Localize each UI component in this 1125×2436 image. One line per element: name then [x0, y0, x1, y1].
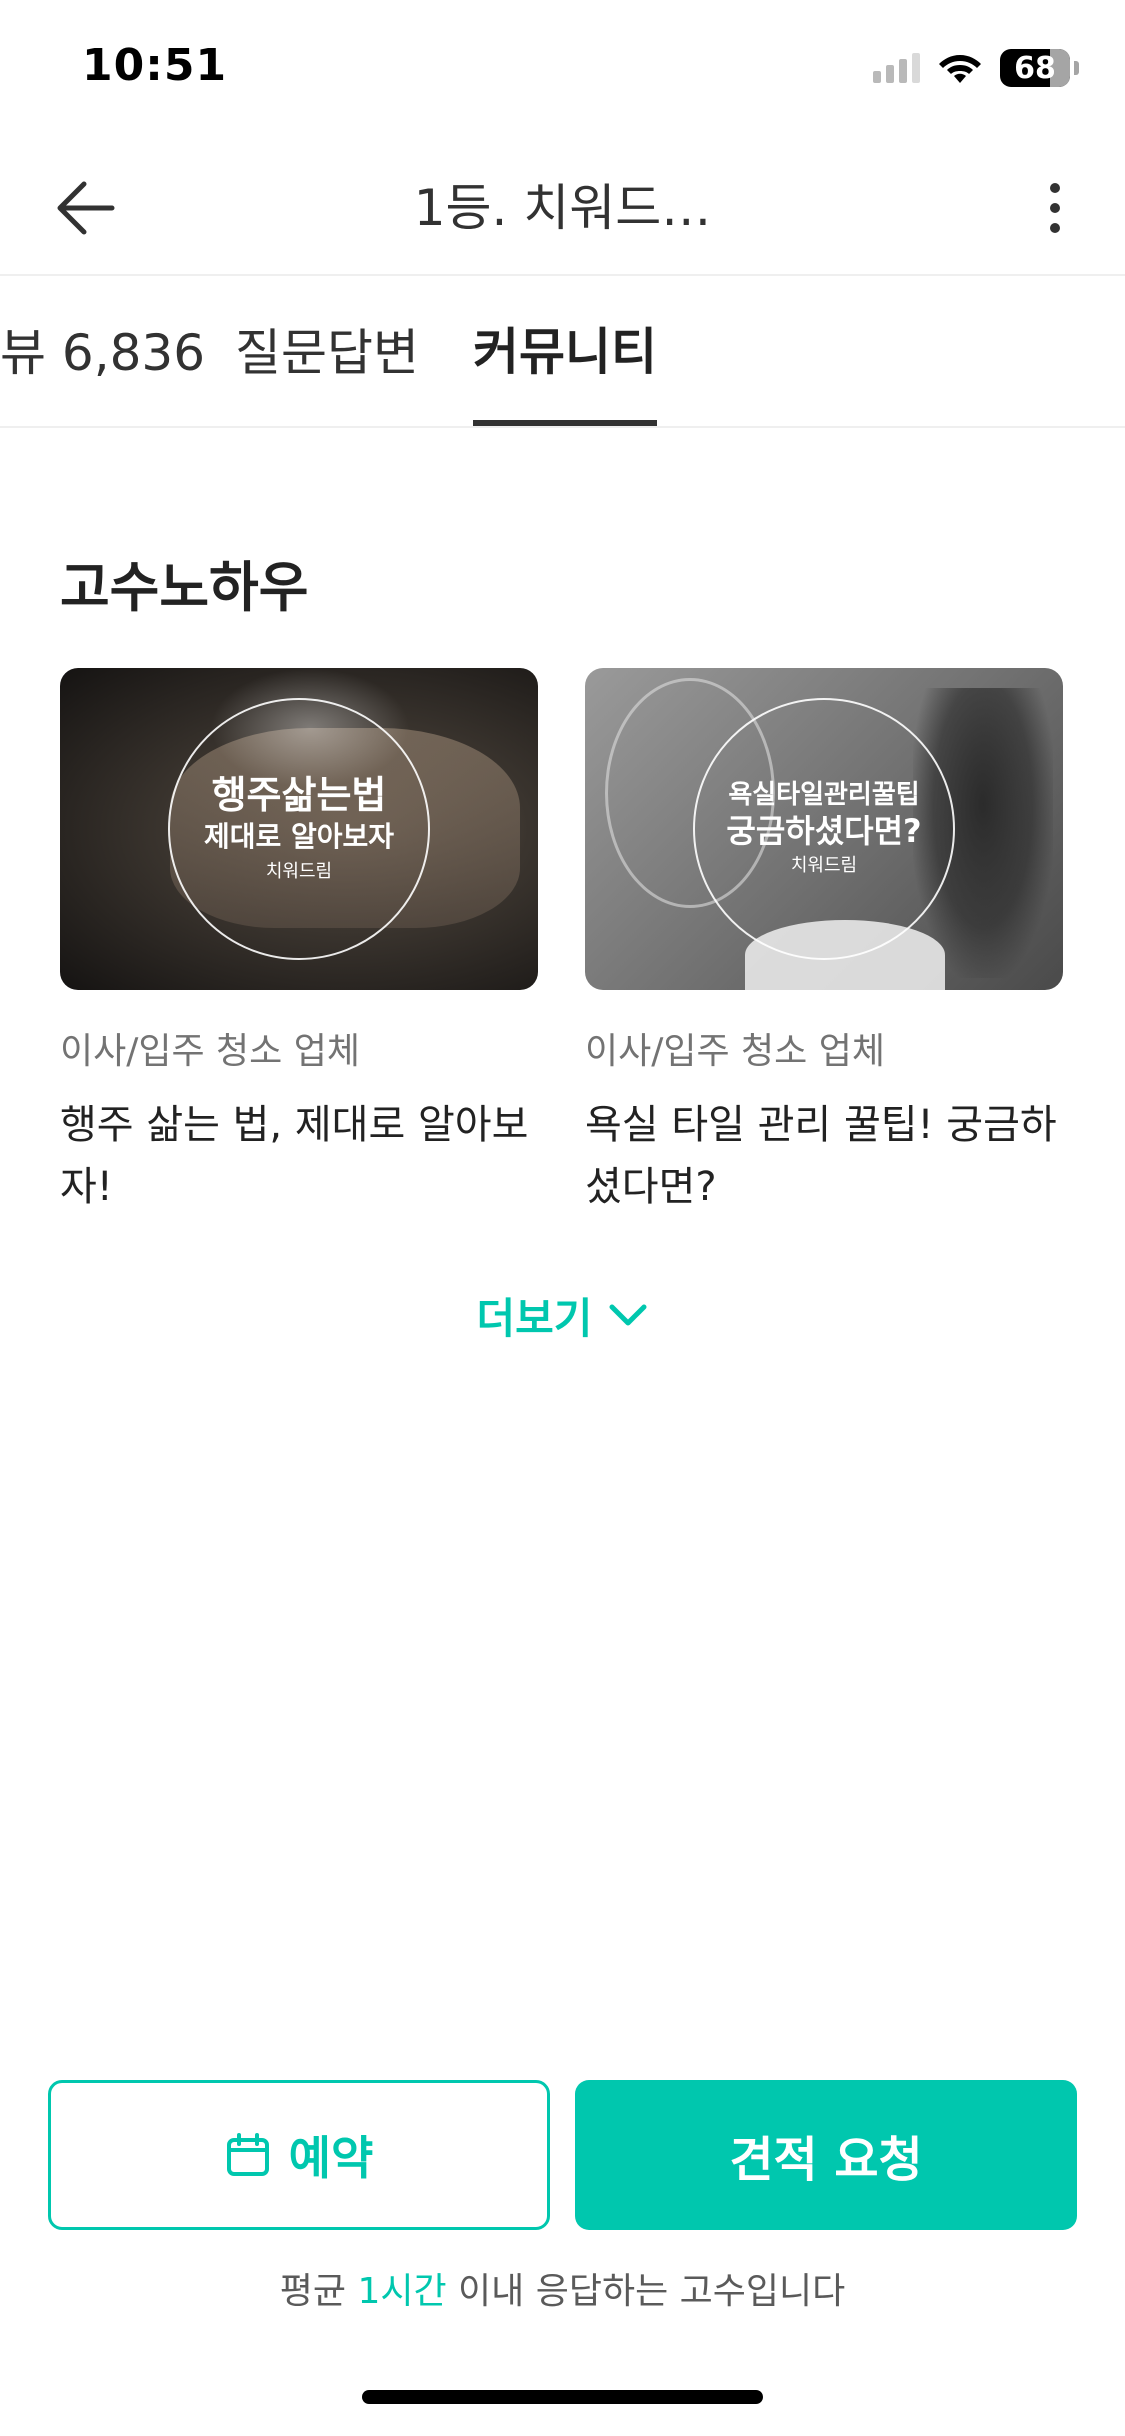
thumbnail-badge: 욕실타일관리꿀팁 궁금하셨다면? 치워드림 [693, 698, 955, 960]
reserve-button[interactable]: 예약 [48, 2080, 550, 2230]
reserve-label: 예약 [288, 2131, 374, 2185]
more-vertical-icon [1050, 183, 1060, 193]
arrow-left-icon [57, 181, 115, 235]
knowhow-card[interactable]: 행주삶는법 제대로 알아보자 치워드림 이사/입주 청소 업체 행주 삶는 법,… [60, 668, 538, 1218]
knowhow-card[interactable]: 욕실타일관리꿀팁 궁금하셨다면? 치워드림 이사/입주 청소 업체 욕실 타일 … [585, 668, 1063, 1218]
request-quote-label: 견적 요청 [729, 2132, 923, 2188]
response-note-suffix: 이내 응답하는 고수입니다 [446, 2271, 846, 2312]
thumbnail-brand: 치워드림 [790, 855, 858, 876]
tab-bar: 뷰 6,836 질문답변 커뮤니티 [0, 278, 1125, 428]
thumbnail-headline: 욕실타일관리꿀팁 [728, 780, 920, 810]
card-thumbnail: 행주삶는법 제대로 알아보자 치워드림 [60, 668, 538, 990]
app-header: 1등. 치워드… [0, 140, 1125, 276]
chevron-down-icon [609, 1304, 647, 1325]
response-time-highlight: 1시간 [357, 2271, 447, 2312]
more-options-button[interactable] [1025, 172, 1085, 244]
section-title: 고수노하우 [60, 556, 309, 619]
home-indicator[interactable] [362, 2390, 763, 2404]
status-bar: 10:51 68 [0, 0, 1125, 140]
tab-qna[interactable]: 질문답변 [235, 278, 419, 428]
thumbnail-subheadline: 제대로 알아보자 [203, 820, 395, 853]
card-category: 이사/입주 청소 업체 [585, 1031, 885, 1072]
request-quote-button[interactable]: 견적 요청 [575, 2080, 1077, 2230]
tab-community[interactable]: 커뮤니티 [473, 278, 657, 426]
thumbnail-subheadline: 궁금하셨다면? [726, 812, 922, 850]
show-more-label: 더보기 [476, 1294, 593, 1343]
tab-review[interactable]: 뷰 6,836 [0, 278, 205, 428]
response-time-note: 평균 1시간 이내 응답하는 고수입니다 [0, 2262, 1125, 2314]
show-more-button[interactable]: 더보기 [0, 1285, 1125, 1346]
calendar-icon [226, 2133, 269, 2176]
battery-icon: 68 [1000, 49, 1070, 87]
card-category: 이사/입주 청소 업체 [60, 1031, 360, 1072]
page-title: 1등. 치워드… [413, 179, 712, 237]
response-note-prefix: 평균 [279, 2271, 358, 2312]
card-thumbnail: 욕실타일관리꿀팁 궁금하셨다면? 치워드림 [585, 668, 1063, 990]
battery-nub [1074, 61, 1079, 75]
thumbnail-headline: 행주삶는법 [211, 773, 387, 817]
thumbnail-badge: 행주삶는법 제대로 알아보자 치워드림 [168, 698, 430, 960]
battery-level: 68 [1014, 50, 1056, 86]
status-icons: 68 [873, 46, 1079, 90]
wifi-icon [939, 55, 981, 83]
thumbnail-brand: 치워드림 [265, 861, 333, 882]
back-button[interactable] [50, 172, 122, 244]
card-title: 욕실 타일 관리 꿀팁! 궁금하셨다면? [585, 1102, 1057, 1210]
status-time: 10:51 [82, 40, 228, 91]
card-title: 행주 삶는 법, 제대로 알아보자! [60, 1102, 529, 1210]
cellular-signal-icon [873, 53, 920, 83]
